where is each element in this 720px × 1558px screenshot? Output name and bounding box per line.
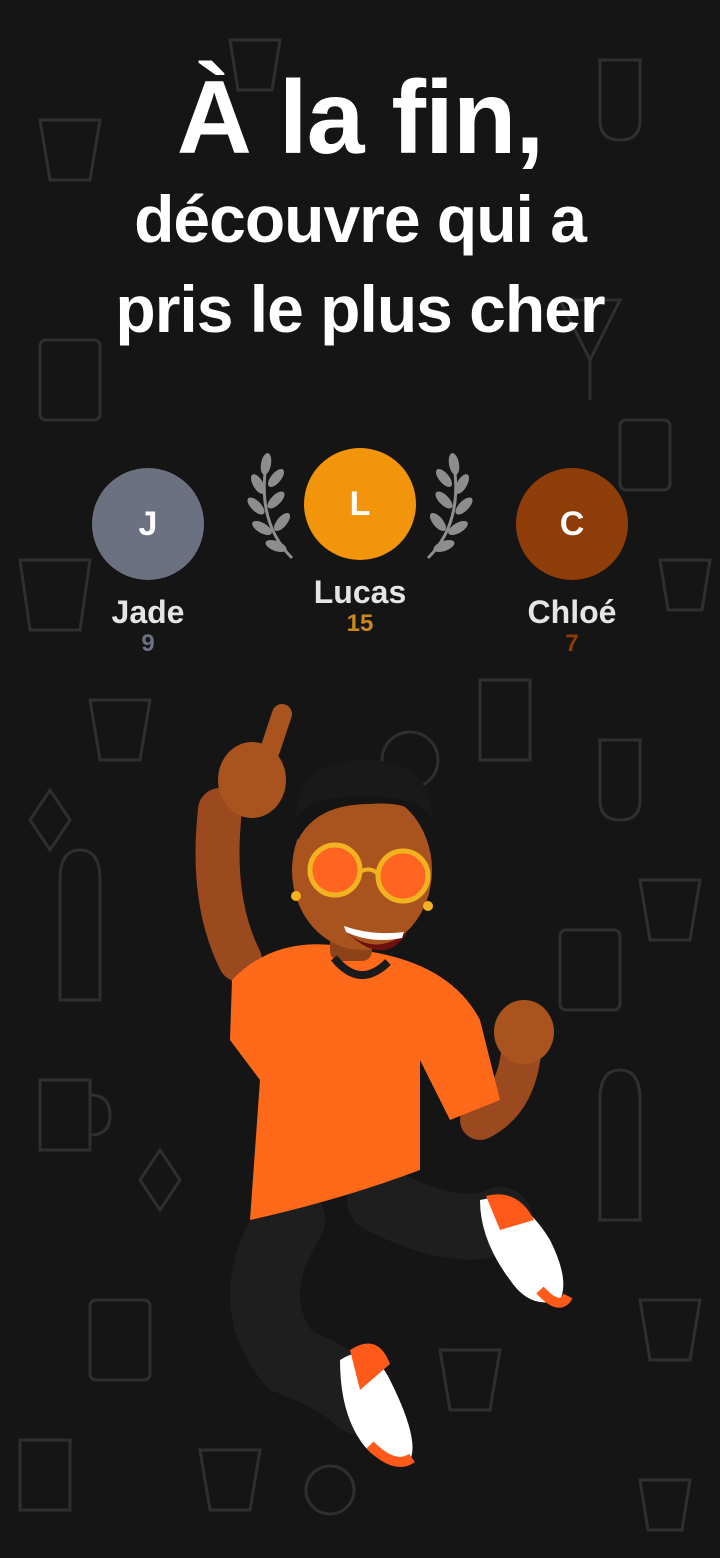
avatar: L — [304, 448, 416, 560]
player-name: Chloé — [527, 594, 617, 630]
celebrating-character-illustration — [195, 704, 573, 1467]
sneaker-right — [480, 1194, 573, 1308]
podium-player-3: C Chloé 7 — [472, 468, 672, 658]
headline: À la fin, découvre qui a pris le plus ch… — [0, 62, 720, 354]
leaderboard-podium: J Jade 9 L Lucas 15 C Chloé 7 — [0, 440, 720, 670]
player-name: Jade — [111, 594, 185, 630]
onboarding-screen: À la fin, découvre qui a pris le plus ch… — [0, 0, 720, 1558]
player-score: 15 — [346, 610, 374, 637]
headline-line-2: découvre qui a — [134, 182, 587, 256]
avatar: C — [516, 468, 628, 580]
avatar: J — [92, 468, 204, 580]
player-score: 7 — [565, 630, 579, 657]
sneaker-left — [340, 1343, 415, 1467]
podium-player-1: L Lucas 15 — [260, 448, 460, 638]
podium-player-2: J Jade 9 — [48, 468, 248, 658]
headline-line-3: pris le plus cher — [115, 272, 605, 346]
player-score: 9 — [141, 630, 155, 657]
headline-line-1: À la fin, — [176, 60, 545, 176]
player-name: Lucas — [313, 574, 407, 610]
